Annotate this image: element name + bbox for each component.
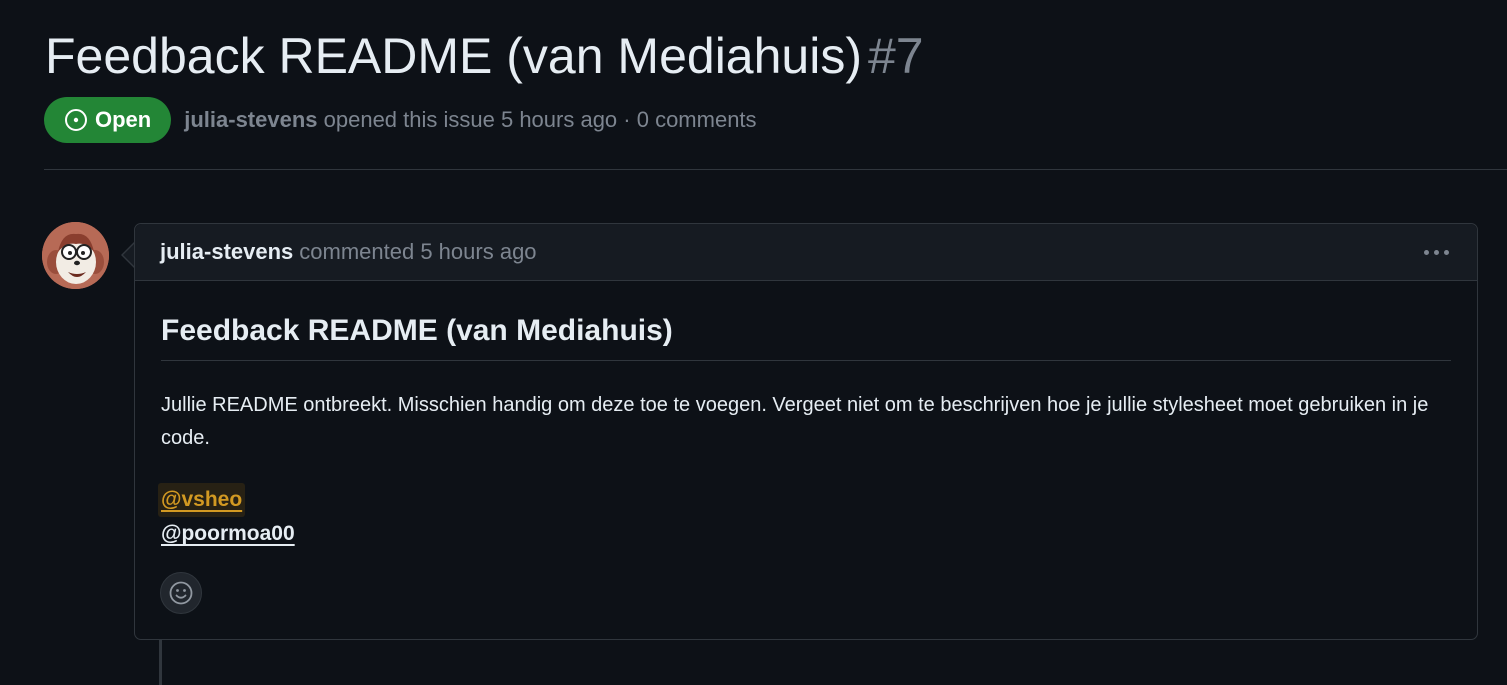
issue-title: Feedback README (van Mediahuis) #7 <box>45 24 924 88</box>
comment-body: Feedback README (van Mediahuis) Jullie R… <box>158 281 1451 551</box>
issue-number: #7 <box>868 28 924 84</box>
author-avatar[interactable] <box>42 222 109 289</box>
issue-opened-icon <box>65 109 87 131</box>
header-divider <box>44 169 1507 170</box>
cartoon-avatar <box>42 222 109 289</box>
comment-options-button[interactable] <box>1420 244 1453 261</box>
issue-opened-text: opened this issue 5 hours ago · 0 commen… <box>317 107 757 132</box>
kebab-horizontal-icon-dot <box>1424 249 1429 255</box>
comment-author-link[interactable]: julia-stevens <box>160 239 293 265</box>
mention-poormoa00[interactable]: @poormoa00 <box>161 517 295 551</box>
issue-page: Feedback README (van Mediahuis) #7 Open j… <box>0 0 1507 685</box>
state-badge: Open <box>44 97 172 143</box>
kebab-horizontal-icon-dot <box>1444 249 1449 255</box>
timeline-line <box>159 640 162 685</box>
state-label: Open <box>95 107 152 132</box>
comment-timestamp[interactable]: commented 5 hours ago <box>299 239 536 265</box>
add-reaction-button[interactable] <box>160 572 202 614</box>
issue-author-link[interactable]: julia-stevens <box>184 107 317 132</box>
issue-meta-text: julia-stevens opened this issue 5 hours … <box>184 107 756 133</box>
comment-heading: Feedback README (van Mediahuis) <box>161 281 1451 361</box>
smiley-icon <box>169 581 193 605</box>
issue-title-text: Feedback README (van Mediahuis) <box>45 28 862 84</box>
mention-vsheo[interactable]: @vsheo <box>158 483 246 517</box>
comment-header: julia-stevens commented 5 hours ago <box>135 224 1477 281</box>
comment-paragraph: Jullie README ontbreekt. Misschien handi… <box>161 394 1429 449</box>
comment-box: julia-stevens commented 5 hours ago Feed… <box>134 223 1478 640</box>
mentions-block: @vsheo @poormoa00 <box>158 483 1451 551</box>
issue-meta: Open julia-stevens opened this issue 5 h… <box>44 97 757 143</box>
kebab-horizontal-icon-dot <box>1434 249 1439 255</box>
